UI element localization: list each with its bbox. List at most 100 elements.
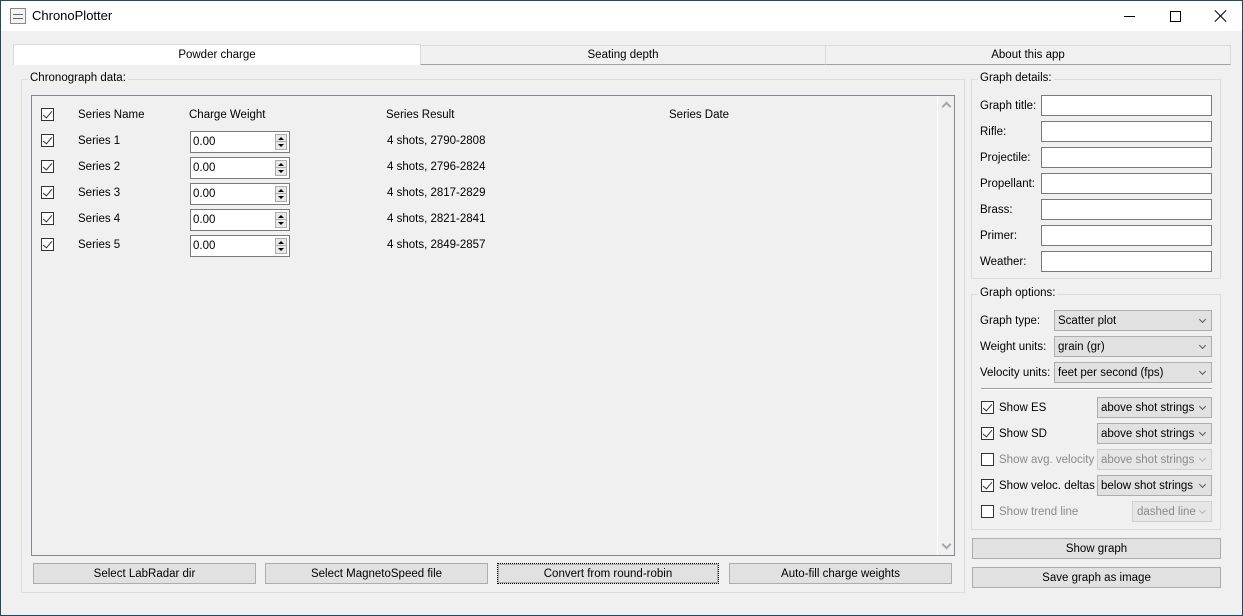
weight-units-value: grain (gr) — [1058, 340, 1105, 353]
charge-weight-spinbox[interactable] — [190, 235, 290, 257]
select-magnetospeed-file-button[interactable]: Select MagnetoSpeed file — [265, 563, 488, 584]
series-result: 4 shots, 2849-2857 — [387, 239, 486, 251]
spin-down-button[interactable] — [276, 194, 286, 201]
charge-weight-spinbox[interactable] — [190, 131, 290, 153]
show-es-label[interactable]: Show ES — [999, 402, 1046, 414]
show-veloc-deltas-label[interactable]: Show veloc. deltas — [999, 480, 1095, 492]
maximize-icon — [1169, 10, 1181, 22]
select-all-checkbox[interactable] — [41, 108, 54, 121]
autofill-charge-weights-button[interactable]: Auto-fill charge weights — [729, 563, 952, 584]
scroll-up-button[interactable] — [938, 96, 955, 113]
select-labradar-dir-button[interactable]: Select LabRadar dir — [33, 563, 256, 584]
velocity-units-select[interactable]: feet per second (fps) — [1054, 362, 1212, 383]
series-name: Series 5 — [78, 239, 121, 251]
scroll-down-button[interactable] — [938, 538, 955, 555]
tab-powder-charge[interactable]: Powder charge — [13, 44, 421, 65]
rifle-input[interactable] — [1041, 121, 1212, 142]
tab-about[interactable]: About this app — [825, 45, 1231, 65]
show-sd-checkbox[interactable] — [981, 427, 994, 440]
show-veloc-deltas-checkbox[interactable] — [981, 479, 994, 492]
series-name: Series 3 — [78, 187, 121, 199]
primer-input[interactable] — [1041, 225, 1212, 246]
series-name: Series 4 — [78, 213, 121, 225]
weather-input[interactable] — [1041, 251, 1212, 272]
tab-bar: Powder charge Seating depth About this a… — [13, 44, 1231, 65]
save-graph-button[interactable]: Save graph as image — [972, 567, 1221, 588]
title-bar: ChronoPlotter — [1, 1, 1242, 31]
arrow-up-icon — [278, 188, 284, 192]
spin-down-button[interactable] — [276, 168, 286, 175]
series-checkbox[interactable] — [41, 134, 54, 147]
tab-seating-depth[interactable]: Seating depth — [420, 45, 826, 65]
spin-up-button[interactable] — [276, 239, 286, 246]
brass-input[interactable] — [1041, 199, 1212, 220]
arrow-down-icon — [278, 144, 284, 147]
table-scrollbar[interactable] — [937, 96, 954, 555]
graph-options-label: Graph options: — [978, 287, 1058, 299]
chronograph-data-label: Chronograph data: — [28, 72, 128, 84]
chevron-down-icon — [1198, 402, 1207, 411]
propellant-label: Propellant: — [980, 178, 1035, 190]
show-sd-label[interactable]: Show SD — [999, 428, 1047, 440]
graph-type-value: Scatter plot — [1058, 314, 1117, 327]
charge-weight-input[interactable] — [192, 185, 272, 203]
spin-up-button[interactable] — [276, 135, 286, 142]
show-avg-velocity-label[interactable]: Show avg. velocity — [999, 454, 1094, 466]
chevron-up-icon — [941, 101, 952, 112]
rifle-label: Rifle: — [980, 126, 1007, 138]
weight-units-select[interactable]: grain (gr) — [1054, 336, 1212, 357]
projectile-input[interactable] — [1041, 147, 1212, 168]
show-trend-line-checkbox[interactable] — [981, 505, 994, 518]
close-button[interactable] — [1198, 1, 1243, 31]
spin-up-button[interactable] — [276, 213, 286, 220]
close-icon — [1215, 10, 1227, 22]
projectile-label: Projectile: — [980, 152, 1031, 164]
trend-line-style-value: dashed line — [1137, 505, 1196, 518]
show-veloc-deltas-position-value: below shot strings — [1101, 479, 1194, 492]
column-header-series-date: Series Date — [669, 109, 730, 121]
charge-weight-input[interactable] — [192, 211, 272, 229]
minimize-button[interactable] — [1106, 1, 1152, 31]
show-graph-button[interactable]: Show graph — [972, 538, 1221, 559]
series-checkbox[interactable] — [41, 212, 54, 225]
show-trend-line-label[interactable]: Show trend line — [999, 506, 1078, 518]
series-result: 4 shots, 2796-2824 — [387, 161, 486, 173]
show-avg-velocity-checkbox[interactable] — [981, 453, 994, 466]
chronograph-table: Series Name Charge Weight Series Result … — [31, 95, 955, 556]
propellant-input[interactable] — [1041, 173, 1212, 194]
series-checkbox[interactable] — [41, 238, 54, 251]
charge-weight-input[interactable] — [192, 159, 272, 177]
column-header-charge-weight: Charge Weight — [189, 109, 266, 121]
show-es-position-select[interactable]: above shot strings — [1097, 397, 1212, 418]
chevron-down-icon — [1198, 315, 1207, 324]
chevron-down-icon — [1198, 506, 1207, 515]
chevron-down-icon — [1198, 480, 1207, 489]
charge-weight-input[interactable] — [192, 133, 272, 151]
show-sd-position-select[interactable]: above shot strings — [1097, 423, 1212, 444]
spin-up-button[interactable] — [276, 161, 286, 168]
arrow-down-icon — [278, 170, 284, 173]
series-checkbox[interactable] — [41, 160, 54, 173]
app-icon — [10, 8, 26, 24]
velocity-units-label: Velocity units: — [980, 367, 1051, 379]
maximize-button[interactable] — [1152, 1, 1198, 31]
convert-round-robin-button[interactable]: Convert from round-robin — [497, 563, 719, 584]
series-checkbox[interactable] — [41, 186, 54, 199]
brass-label: Brass: — [980, 204, 1013, 216]
show-veloc-deltas-position-select[interactable]: below shot strings — [1097, 475, 1212, 496]
primer-label: Primer: — [980, 230, 1018, 242]
spin-up-button[interactable] — [276, 187, 286, 194]
charge-weight-spinbox[interactable] — [190, 183, 290, 205]
weather-label: Weather: — [980, 256, 1027, 268]
graph-title-label: Graph title: — [980, 100, 1037, 112]
spin-down-button[interactable] — [276, 220, 286, 227]
graph-type-select[interactable]: Scatter plot — [1054, 310, 1212, 331]
series-name: Series 1 — [78, 135, 121, 147]
charge-weight-spinbox[interactable] — [190, 209, 290, 231]
graph-title-input[interactable] — [1041, 95, 1212, 116]
charge-weight-input[interactable] — [192, 237, 272, 255]
show-es-checkbox[interactable] — [981, 401, 994, 414]
spin-down-button[interactable] — [276, 246, 286, 253]
spin-down-button[interactable] — [276, 142, 286, 149]
charge-weight-spinbox[interactable] — [190, 157, 290, 179]
